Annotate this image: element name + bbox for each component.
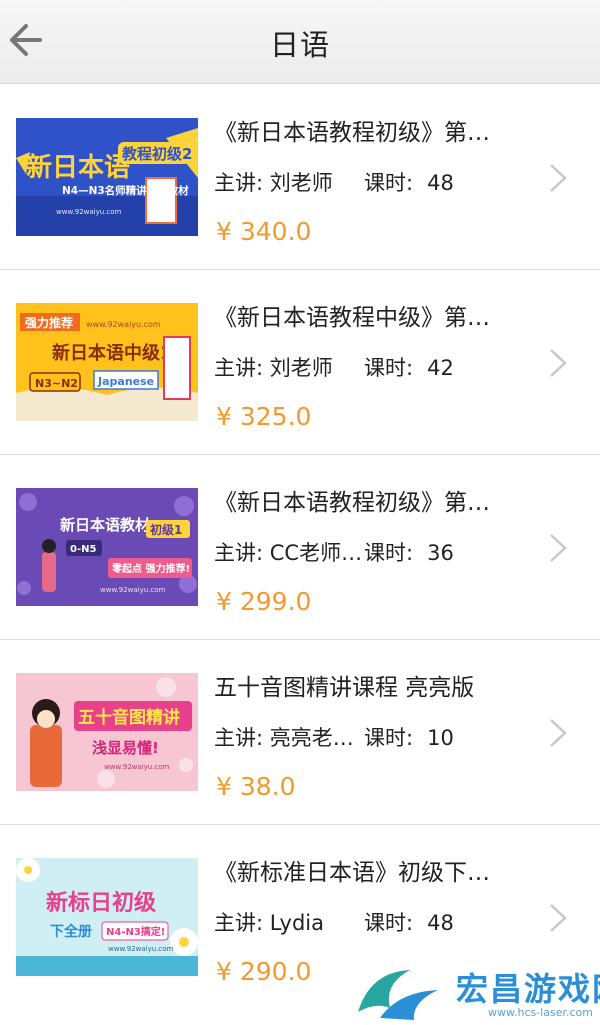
course-meta: 主讲: 亮亮老… 课时: 10 (214, 726, 454, 750)
svg-text:下全册: 下全册 (50, 923, 92, 940)
course-item[interactable]: 新日本语 教程初级2 N4—N3名师精讲经典教材 www.92waiyu.com… (0, 85, 600, 270)
course-title: 《新日本语教程初级》第… (214, 490, 490, 516)
watermark-url: www.hcs-laser.com (488, 1006, 593, 1019)
course-title: 五十音图精讲课程 亮亮版 (214, 675, 475, 701)
course-meta: 主讲: CC老师…课时: 36 (214, 541, 454, 565)
lesson-count: 48 (427, 171, 454, 195)
svg-text:N4—N3名师精讲经典教材: N4—N3名师精讲经典教材 (62, 184, 189, 197)
svg-text:零起点 强力推荐!: 零起点 强力推荐! (111, 562, 190, 575)
svg-text:Japanese: Japanese (97, 375, 154, 388)
course-thumbnail: 新标日初级 下全册 N4-N3搞定! www.92waiyu.com (16, 858, 198, 976)
svg-text:www.92waiyu.com: www.92waiyu.com (86, 320, 161, 329)
svg-text:www.92waiyu.com: www.92waiyu.com (104, 763, 170, 771)
teacher-name: 刘老师 (269, 356, 333, 380)
course-price: ¥ 290.0 (216, 957, 312, 986)
svg-text:N3~N2: N3~N2 (35, 377, 78, 390)
course-item[interactable]: 五十音图精讲 浅显易懂! www.92waiyu.com 五十音图精讲课程 亮亮… (0, 640, 600, 825)
svg-text:www.92waiyu.com: www.92waiyu.com (108, 945, 174, 953)
svg-text:www.92waiyu.com: www.92waiyu.com (56, 208, 122, 216)
course-list: 新日本语 教程初级2 N4—N3名师精讲经典教材 www.92waiyu.com… (0, 85, 600, 1010)
course-thumbnail: 新日本语教材 初级1 0-N5 零起点 强力推荐! www.92waiyu.co… (16, 488, 198, 606)
course-price: ¥ 299.0 (216, 587, 312, 616)
thumb-headline: 五十音图精讲 (78, 707, 180, 728)
teacher-name: 刘老师 (269, 171, 333, 195)
chevron-right-icon (550, 349, 567, 377)
teacher-name: Lydia (269, 911, 324, 935)
thumb-headline: 新日本语教材 (60, 516, 150, 534)
chevron-right-icon (550, 719, 567, 747)
course-price: ¥ 38.0 (216, 772, 296, 801)
course-price: ¥ 325.0 (216, 402, 312, 431)
svg-text:初级1: 初级1 (150, 522, 182, 537)
teacher-name: CC老师… (269, 541, 363, 565)
course-item[interactable]: 强力推荐 www.92waiyu.com 新日本语中级1 N3~N2 Japan… (0, 270, 600, 455)
svg-text:www.92waiyu.com: www.92waiyu.com (100, 586, 166, 594)
course-title: 《新标准日本语》初级下… (214, 860, 490, 886)
chevron-right-icon (550, 164, 567, 192)
svg-text:浅显易懂!: 浅显易懂! (92, 739, 159, 757)
course-meta: 主讲: 刘老师 课时: 48 (214, 171, 454, 195)
site-watermark: 宏昌游戏网 www.hcs-laser.com (350, 962, 600, 1025)
course-meta: 主讲: Lydia 课时: 48 (214, 911, 454, 935)
watermark-text: 宏昌游戏网 (456, 970, 600, 1008)
teacher-name: 亮亮老… (269, 726, 354, 750)
chevron-right-icon (550, 904, 567, 932)
watermark-logo-icon (358, 970, 438, 1020)
thumb-headline: 新标日初级 (46, 890, 156, 916)
course-title: 《新日本语教程初级》第… (214, 120, 490, 146)
lesson-count: 42 (427, 356, 454, 380)
svg-text:强力推荐: 强力推荐 (25, 315, 73, 330)
thumb-headline: 新日本语 (26, 152, 130, 183)
svg-text:N4-N3搞定!: N4-N3搞定! (106, 925, 165, 938)
top-bar: 日语 (0, 0, 600, 84)
course-thumbnail: 新日本语 教程初级2 N4—N3名师精讲经典教材 www.92waiyu.com (16, 118, 198, 236)
chevron-right-icon (550, 534, 567, 562)
svg-text:0-N5: 0-N5 (70, 544, 96, 555)
course-meta: 主讲: 刘老师 课时: 42 (214, 356, 454, 380)
lesson-count: 48 (427, 911, 454, 935)
course-thumbnail: 五十音图精讲 浅显易懂! www.92waiyu.com (16, 673, 198, 791)
lesson-count: 10 (427, 726, 454, 750)
course-thumbnail: 强力推荐 www.92waiyu.com 新日本语中级1 N3~N2 Japan… (16, 303, 198, 421)
thumb-headline: 新日本语中级1 (52, 342, 173, 364)
page-title: 日语 (269, 28, 330, 62)
svg-text:教程初级2: 教程初级2 (121, 145, 192, 163)
course-price: ¥ 340.0 (216, 217, 312, 246)
course-item[interactable]: 新日本语教材 初级1 0-N5 零起点 强力推荐! www.92waiyu.co… (0, 455, 600, 640)
course-title: 《新日本语教程中级》第… (214, 305, 490, 331)
lesson-count: 36 (427, 541, 454, 565)
